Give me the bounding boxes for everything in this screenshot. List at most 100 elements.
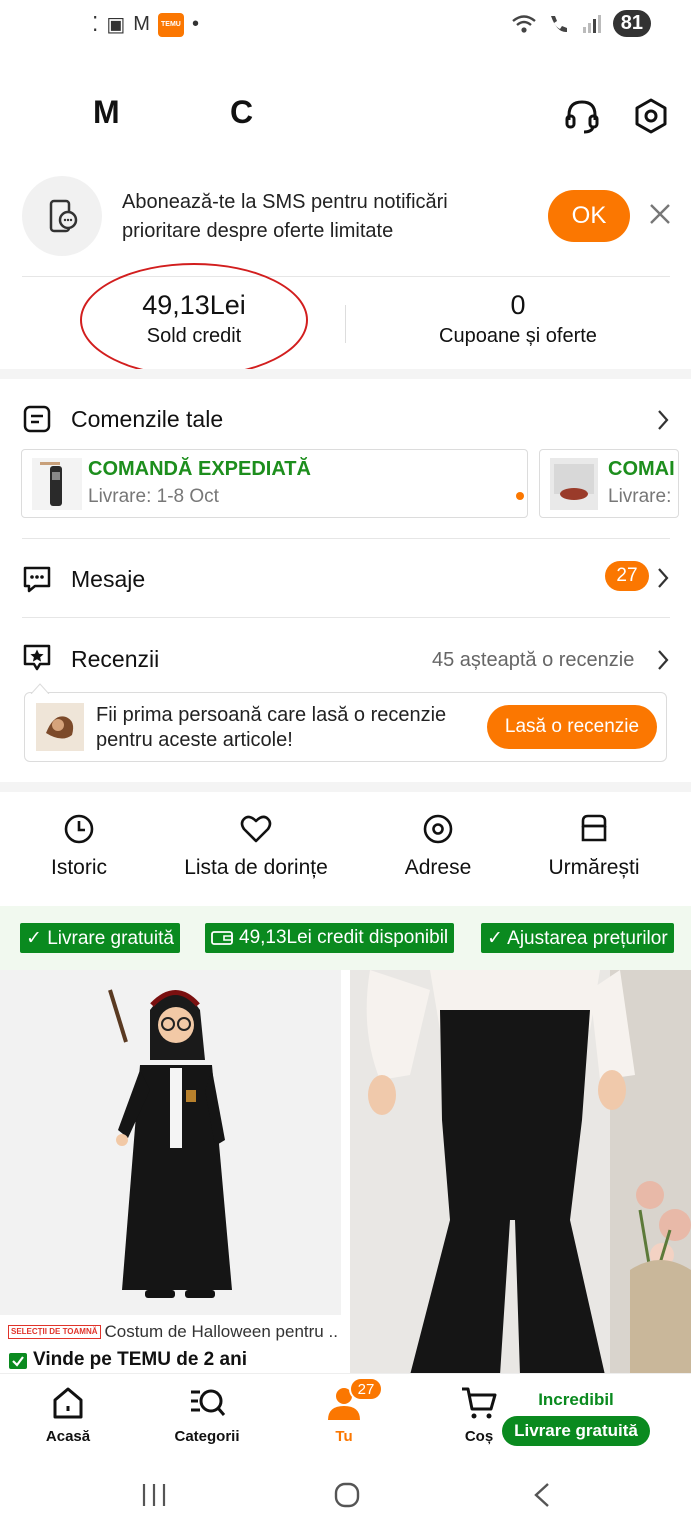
signal-icon: [582, 14, 601, 33]
product-image-flared-pants: [350, 970, 691, 1375]
back-icon[interactable]: [528, 1481, 556, 1509]
order-delivery-date: Livrare:: [608, 486, 672, 507]
more-notifications-dot: •: [191, 13, 199, 35]
heart-icon: [240, 815, 272, 843]
order-status: COMAI: [608, 458, 675, 480]
wifi-calling-icon: [550, 15, 567, 32]
section-separator: [0, 782, 691, 792]
you-notification-badge: 27: [349, 1377, 383, 1401]
quick-link-label: Urmărești: [548, 856, 640, 879]
coupons-section[interactable]: 0 Cupoane și oferte: [400, 270, 636, 370]
chevron-right-icon: [658, 410, 669, 430]
nav-categories[interactable]: Categorii: [162, 1384, 252, 1445]
order-delivery-date: Livrare: 1-8 Oct: [88, 486, 219, 507]
divider: [22, 617, 670, 618]
orders-title: Comenzile tale: [71, 406, 224, 432]
store-icon: [581, 814, 607, 842]
review-product-thumbnail: [36, 703, 84, 751]
user-name-initial: M: [93, 94, 120, 130]
free-shipping-chip: ✓ Livrare gratuită: [20, 923, 180, 953]
chevron-right-icon: [658, 568, 669, 588]
price-adjust-chip: ✓ Ajustarea prețurilor: [481, 923, 674, 953]
messages-title: Mesaje: [71, 566, 146, 592]
nav-home[interactable]: Acasă: [23, 1384, 113, 1445]
clock-icon: [64, 814, 94, 844]
product-card[interactable]: [350, 970, 691, 1375]
category-search-icon: [191, 1389, 226, 1416]
quick-link-wishlist[interactable]: Lista de dorințe: [170, 812, 342, 880]
order-card[interactable]: COMANDĂ EXPEDIATĂ Livrare: 1-8 Oct: [21, 449, 528, 518]
product-title-row: SELECȚII DE TOAMNĂ Costum de Halloween p…: [8, 1320, 338, 1344]
notification-icons: ⁚ ▣ M TEMU •: [92, 12, 199, 37]
status-bar: ⁚ ▣ M TEMU • 81: [0, 0, 691, 52]
quick-link-addresses[interactable]: Adrese: [352, 812, 524, 880]
unread-dot: [516, 492, 524, 500]
battery-level: 81: [612, 10, 651, 37]
order-status: COMANDĂ EXPEDIATĂ: [88, 458, 311, 480]
quick-link-label: Lista de dorințe: [184, 856, 328, 879]
close-icon[interactable]: [646, 200, 674, 228]
leave-review-button[interactable]: Lasă o recenzie: [487, 705, 657, 749]
orders-row[interactable]: Comenzile tale: [0, 392, 691, 444]
product-image-costume: [0, 970, 341, 1315]
sms-subscribe-text: Abonează-te la SMS pentru notificări pri…: [122, 191, 448, 242]
gmail-notification-icon: M: [133, 13, 150, 35]
headset-icon[interactable]: [562, 96, 602, 136]
verified-shop-icon: [9, 1353, 27, 1369]
sms-phone-icon: [22, 176, 102, 256]
location-icon: [423, 814, 453, 844]
system-icons: 81: [511, 10, 651, 37]
divider: [345, 305, 346, 343]
quick-link-label: Adrese: [404, 856, 472, 879]
product-card[interactable]: [0, 970, 341, 1375]
section-separator: [0, 369, 691, 379]
wifi-icon: [511, 14, 536, 33]
callout-pointer: [30, 683, 50, 694]
quick-link-label: Istoric: [50, 856, 107, 879]
review-star-icon: [23, 644, 51, 671]
wallet-icon: [211, 931, 233, 945]
credit-available-text: 49,13Lei credit disponibil: [239, 927, 449, 948]
cart-promo-headline: Incredibil: [538, 1390, 614, 1409]
divider: [22, 538, 670, 539]
free-shipping-pill: Livrare gratuită: [502, 1416, 650, 1446]
user-name-initial: C: [230, 94, 254, 130]
chevron-right-icon: [658, 650, 669, 670]
messages-count-badge: 27: [605, 561, 649, 591]
screenshot-notification-icon: ▣: [106, 14, 126, 36]
notification-glyph: ⁚: [92, 14, 99, 36]
reviews-row[interactable]: Recenzii 45 așteaptă o recenzie: [0, 632, 691, 684]
order-product-thumbnail: [550, 458, 598, 510]
nav-label: Acasă: [45, 1428, 91, 1445]
order-card[interactable]: COMAI Livrare:: [539, 449, 679, 518]
temu-notification-icon: TEMU: [157, 12, 184, 37]
messages-row[interactable]: Mesaje: [0, 552, 691, 604]
message-bubble-icon: [23, 566, 51, 593]
nav-label: Categorii: [174, 1428, 240, 1445]
autumn-selection-tag: SELECȚII DE TOAMNĂ: [8, 1325, 101, 1339]
seller-info-row: Vinde pe TEMU de 2 ani: [8, 1349, 247, 1371]
coupons-count: 0: [510, 290, 526, 320]
nav-label: Tu: [335, 1428, 353, 1445]
credit-available-chip: 49,13Lei credit disponibil: [205, 923, 455, 953]
promo-strip: ✓ Livrare gratuită 49,13Lei credit dispo…: [0, 906, 691, 970]
home-icon: [53, 1387, 83, 1419]
recent-apps-icon[interactable]: [140, 1481, 168, 1509]
quick-link-following[interactable]: Urmărești: [508, 812, 680, 880]
reviews-title: Recenzii: [71, 646, 160, 672]
settings-gear-icon[interactable]: [631, 96, 671, 136]
product-title: Costum de Halloween pentru ...: [104, 1322, 338, 1341]
order-product-thumbnail: [32, 458, 82, 510]
sms-ok-button[interactable]: OK: [548, 190, 630, 242]
quick-link-history[interactable]: Istoric: [0, 812, 165, 880]
cart-icon: [462, 1387, 497, 1419]
orders-list-icon: [23, 405, 51, 433]
pending-reviews-count: 45 așteaptă o recenzie: [432, 649, 635, 671]
seller-tenure: Vinde pe TEMU de 2 ani: [33, 1349, 247, 1370]
annotation-circle: [80, 263, 308, 377]
coupons-label: Cupoane și oferte: [439, 325, 597, 347]
home-button-icon[interactable]: [333, 1481, 361, 1509]
bottom-navigation: Acasă Categorii Tu Coș Incredibil Livrar…: [0, 1373, 691, 1465]
system-navigation-bar: [0, 1465, 691, 1536]
review-prompt-text: Fii prima persoană care lasă o recenzie …: [96, 704, 447, 751]
